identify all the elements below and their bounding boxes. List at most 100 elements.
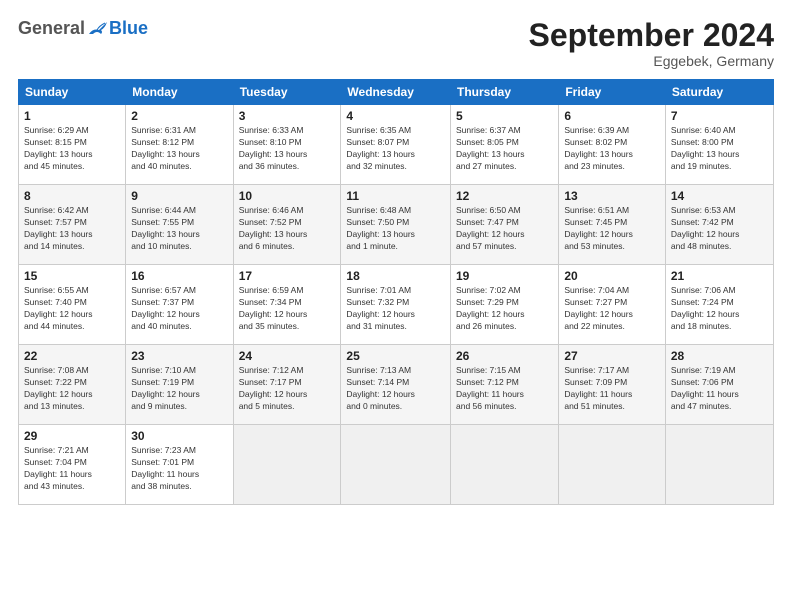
day-info: Sunrise: 6:53 AM Sunset: 7:42 PM Dayligh… — [671, 205, 768, 253]
day-info: Sunrise: 6:51 AM Sunset: 7:45 PM Dayligh… — [564, 205, 660, 253]
day-number: 29 — [24, 429, 120, 443]
day-number: 22 — [24, 349, 120, 363]
day-number: 2 — [131, 109, 227, 123]
day-number: 1 — [24, 109, 120, 123]
day-number: 8 — [24, 189, 120, 203]
table-row: 27 Sunrise: 7:17 AM Sunset: 7:09 PM Dayli… — [559, 345, 666, 425]
table-row — [451, 425, 559, 505]
day-info: Sunrise: 6:35 AM Sunset: 8:07 PM Dayligh… — [346, 125, 445, 173]
calendar-week-row: 22 Sunrise: 7:08 AM Sunset: 7:22 PM Dayli… — [19, 345, 774, 425]
day-number: 27 — [564, 349, 660, 363]
day-info: Sunrise: 7:23 AM Sunset: 7:01 PM Dayligh… — [131, 445, 227, 493]
day-info: Sunrise: 6:48 AM Sunset: 7:50 PM Dayligh… — [346, 205, 445, 253]
table-row: 30 Sunrise: 7:23 AM Sunset: 7:01 PM Dayli… — [126, 425, 233, 505]
day-info: Sunrise: 7:10 AM Sunset: 7:19 PM Dayligh… — [131, 365, 227, 413]
table-row: 26 Sunrise: 7:15 AM Sunset: 7:12 PM Dayli… — [451, 345, 559, 425]
day-number: 4 — [346, 109, 445, 123]
day-info: Sunrise: 6:37 AM Sunset: 8:05 PM Dayligh… — [456, 125, 553, 173]
table-row: 14 Sunrise: 6:53 AM Sunset: 7:42 PM Dayli… — [665, 185, 773, 265]
header-wednesday: Wednesday — [341, 80, 451, 105]
table-row: 21 Sunrise: 7:06 AM Sunset: 7:24 PM Dayli… — [665, 265, 773, 345]
calendar-table: Sunday Monday Tuesday Wednesday Thursday… — [18, 79, 774, 505]
table-row: 10 Sunrise: 6:46 AM Sunset: 7:52 PM Dayli… — [233, 185, 341, 265]
table-row — [559, 425, 666, 505]
table-row: 8 Sunrise: 6:42 AM Sunset: 7:57 PM Daylig… — [19, 185, 126, 265]
table-row — [233, 425, 341, 505]
month-title: September 2024 — [529, 18, 774, 53]
day-number: 20 — [564, 269, 660, 283]
title-block: September 2024 Eggebek, Germany — [529, 18, 774, 69]
day-number: 17 — [239, 269, 336, 283]
logo: General Blue — [18, 18, 148, 39]
table-row: 3 Sunrise: 6:33 AM Sunset: 8:10 PM Daylig… — [233, 105, 341, 185]
header-sunday: Sunday — [19, 80, 126, 105]
day-number: 15 — [24, 269, 120, 283]
day-info: Sunrise: 7:12 AM Sunset: 7:17 PM Dayligh… — [239, 365, 336, 413]
day-info: Sunrise: 6:57 AM Sunset: 7:37 PM Dayligh… — [131, 285, 227, 333]
day-info: Sunrise: 6:46 AM Sunset: 7:52 PM Dayligh… — [239, 205, 336, 253]
header-thursday: Thursday — [451, 80, 559, 105]
day-number: 16 — [131, 269, 227, 283]
day-number: 6 — [564, 109, 660, 123]
table-row: 23Sunrise: 7:10 AM Sunset: 7:19 PM Dayli… — [126, 345, 233, 425]
day-number: 9 — [131, 189, 227, 203]
table-row: 19Sunrise: 7:02 AM Sunset: 7:29 PM Dayli… — [451, 265, 559, 345]
day-info: Sunrise: 7:06 AM Sunset: 7:24 PM Dayligh… — [671, 285, 768, 333]
table-row: 11 Sunrise: 6:48 AM Sunset: 7:50 PM Dayli… — [341, 185, 451, 265]
table-row: 25 Sunrise: 7:13 AM Sunset: 7:14 PM Dayli… — [341, 345, 451, 425]
day-info: Sunrise: 6:29 AM Sunset: 8:15 PM Dayligh… — [24, 125, 120, 173]
day-info: Sunrise: 7:13 AM Sunset: 7:14 PM Dayligh… — [346, 365, 445, 413]
day-number: 24 — [239, 349, 336, 363]
header-tuesday: Tuesday — [233, 80, 341, 105]
table-row: 18 Sunrise: 7:01 AM Sunset: 7:32 PM Dayli… — [341, 265, 451, 345]
table-row: 4 Sunrise: 6:35 AM Sunset: 8:07 PM Daylig… — [341, 105, 451, 185]
day-info: Sunrise: 6:39 AM Sunset: 8:02 PM Dayligh… — [564, 125, 660, 173]
day-number: 18 — [346, 269, 445, 283]
day-number: 13 — [564, 189, 660, 203]
day-info: Sunrise: 7:08 AM Sunset: 7:22 PM Dayligh… — [24, 365, 120, 413]
calendar-week-row: 1 Sunrise: 6:29 AM Sunset: 8:15 PM Daylig… — [19, 105, 774, 185]
day-info: Sunrise: 6:44 AM Sunset: 7:55 PM Dayligh… — [131, 205, 227, 253]
page-header: General Blue September 2024 Eggebek, Ger… — [18, 18, 774, 69]
day-number: 10 — [239, 189, 336, 203]
day-number: 3 — [239, 109, 336, 123]
day-info: Sunrise: 6:42 AM Sunset: 7:57 PM Dayligh… — [24, 205, 120, 253]
header-saturday: Saturday — [665, 80, 773, 105]
day-info: Sunrise: 6:40 AM Sunset: 8:00 PM Dayligh… — [671, 125, 768, 173]
day-info: Sunrise: 6:59 AM Sunset: 7:34 PM Dayligh… — [239, 285, 336, 333]
logo-blue: Blue — [109, 18, 148, 39]
day-info: Sunrise: 6:33 AM Sunset: 8:10 PM Dayligh… — [239, 125, 336, 173]
day-number: 21 — [671, 269, 768, 283]
table-row: 29Sunrise: 7:21 AM Sunset: 7:04 PM Dayli… — [19, 425, 126, 505]
table-row: 2 Sunrise: 6:31 AM Sunset: 8:12 PM Daylig… — [126, 105, 233, 185]
day-number: 5 — [456, 109, 553, 123]
header-friday: Friday — [559, 80, 666, 105]
calendar-week-row: 29Sunrise: 7:21 AM Sunset: 7:04 PM Dayli… — [19, 425, 774, 505]
day-number: 11 — [346, 189, 445, 203]
logo-general: General — [18, 18, 85, 39]
calendar-week-row: 8 Sunrise: 6:42 AM Sunset: 7:57 PM Daylig… — [19, 185, 774, 265]
logo-bird-icon — [87, 20, 109, 38]
day-info: Sunrise: 7:15 AM Sunset: 7:12 PM Dayligh… — [456, 365, 553, 413]
table-row: 15 Sunrise: 6:55 AM Sunset: 7:40 PM Dayli… — [19, 265, 126, 345]
subtitle: Eggebek, Germany — [529, 53, 774, 69]
day-number: 28 — [671, 349, 768, 363]
calendar-header-row: Sunday Monday Tuesday Wednesday Thursday… — [19, 80, 774, 105]
day-info: Sunrise: 7:17 AM Sunset: 7:09 PM Dayligh… — [564, 365, 660, 413]
day-number: 26 — [456, 349, 553, 363]
day-number: 7 — [671, 109, 768, 123]
day-number: 25 — [346, 349, 445, 363]
table-row: 6 Sunrise: 6:39 AM Sunset: 8:02 PM Daylig… — [559, 105, 666, 185]
day-info: Sunrise: 6:55 AM Sunset: 7:40 PM Dayligh… — [24, 285, 120, 333]
day-info: Sunrise: 6:31 AM Sunset: 8:12 PM Dayligh… — [131, 125, 227, 173]
day-number: 14 — [671, 189, 768, 203]
table-row — [341, 425, 451, 505]
table-row: 16 Sunrise: 6:57 AM Sunset: 7:37 PM Dayli… — [126, 265, 233, 345]
day-info: Sunrise: 7:01 AM Sunset: 7:32 PM Dayligh… — [346, 285, 445, 333]
table-row: 7 Sunrise: 6:40 AM Sunset: 8:00 PM Daylig… — [665, 105, 773, 185]
table-row: 24 Sunrise: 7:12 AM Sunset: 7:17 PM Dayli… — [233, 345, 341, 425]
day-info: Sunrise: 6:50 AM Sunset: 7:47 PM Dayligh… — [456, 205, 553, 253]
table-row: 28Sunrise: 7:19 AM Sunset: 7:06 PM Dayli… — [665, 345, 773, 425]
table-row: 12Sunrise: 6:50 AM Sunset: 7:47 PM Dayli… — [451, 185, 559, 265]
day-number: 30 — [131, 429, 227, 443]
